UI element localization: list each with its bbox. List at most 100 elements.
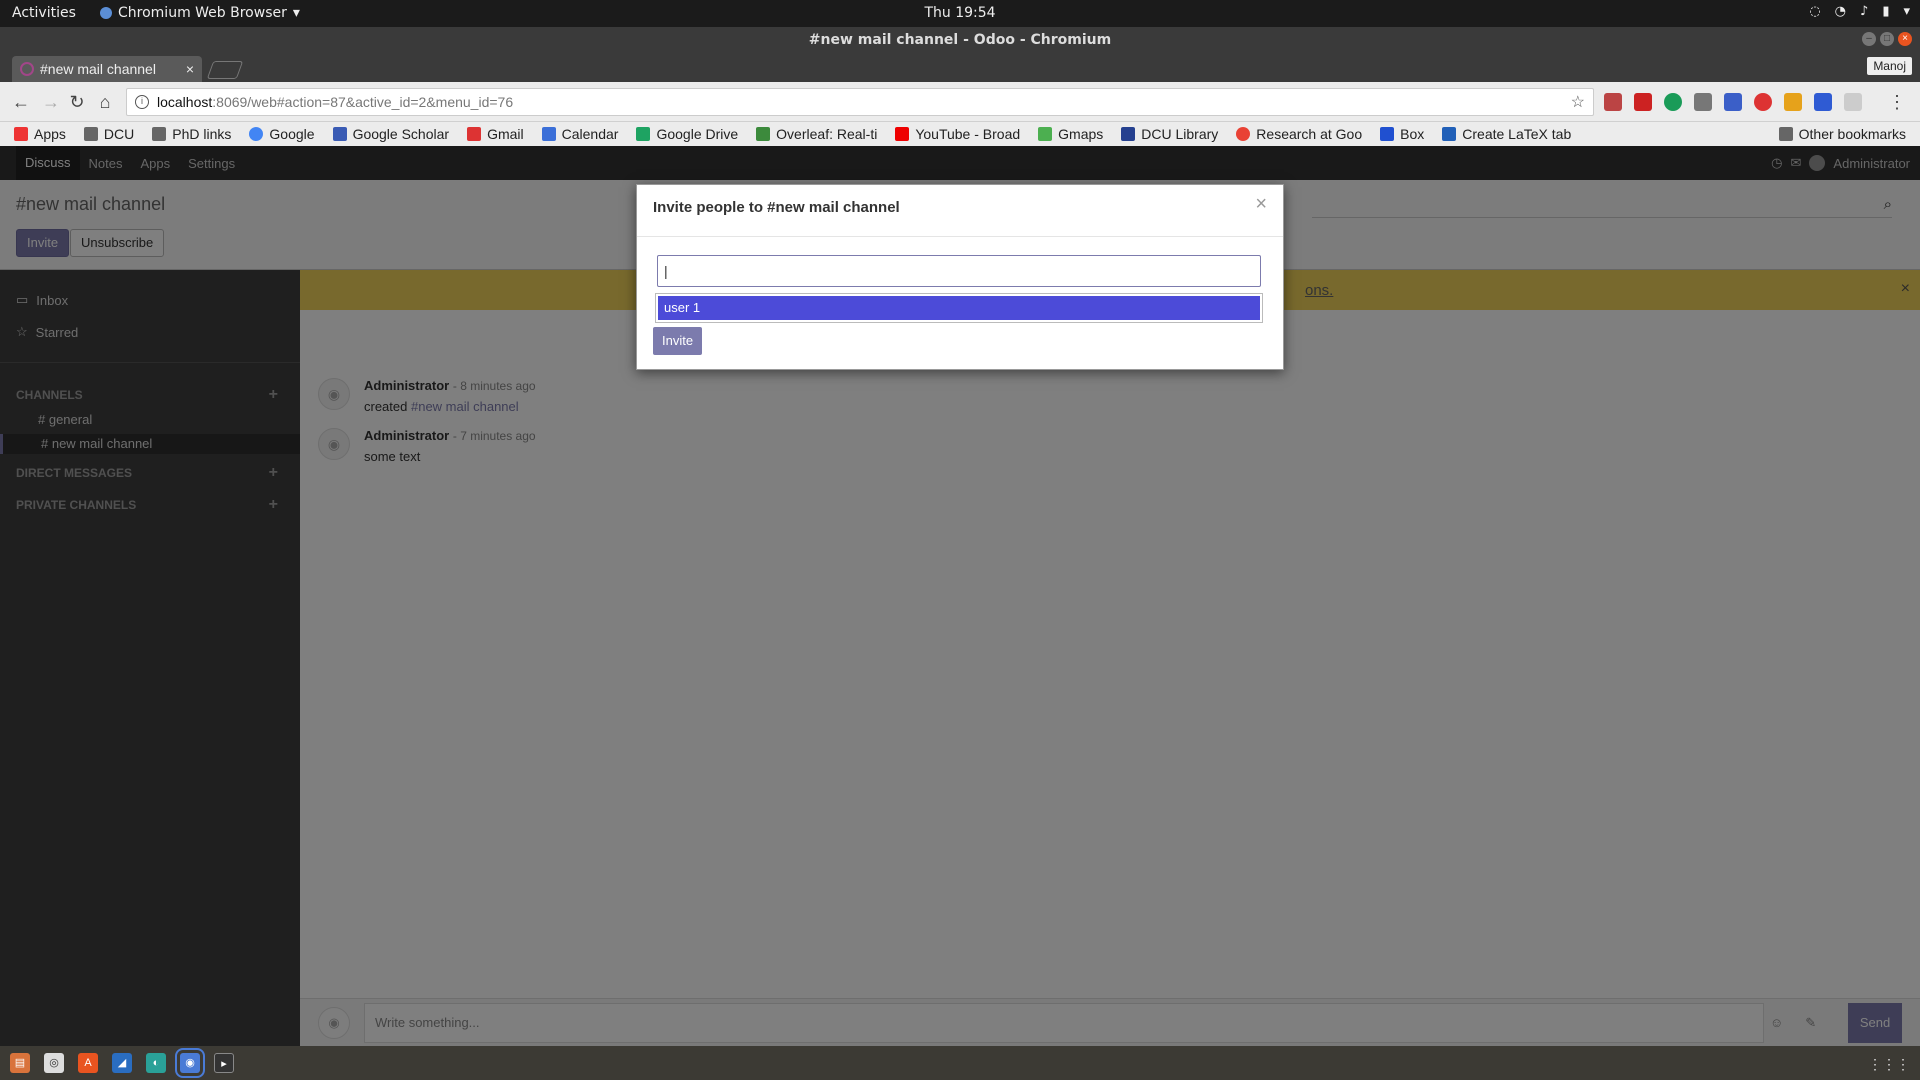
bookmark-label: Google Drive <box>656 126 739 142</box>
bookmark-apps[interactable]: Apps <box>14 126 66 142</box>
profile-button[interactable]: Manoj <box>1867 57 1912 75</box>
bookmark-link[interactable]: Research at Goo <box>1236 126 1362 142</box>
box-icon <box>1380 127 1395 141</box>
bookmark-label: Gmail <box>487 126 524 142</box>
gnome-top-bar: Activities Chromium Web Browser ▾ Thu 19… <box>0 0 1920 27</box>
spinner-icon: ◌ <box>1809 4 1821 19</box>
invite-submit-button[interactable]: Invite <box>653 327 703 355</box>
scholar-icon <box>332 127 347 141</box>
url-host: localhost <box>157 94 213 110</box>
menu-kebab-icon[interactable]: ⋮ <box>1886 91 1908 113</box>
drive-icon <box>636 127 651 141</box>
extension-icon[interactable] <box>1604 93 1622 111</box>
bookmark-label: Gmaps <box>1058 126 1104 142</box>
overleaf-icon <box>756 127 771 141</box>
close-icon[interactable]: × <box>1255 193 1267 216</box>
folder-icon <box>1778 127 1793 141</box>
bookmark-label: DCU Library <box>1141 126 1219 142</box>
bookmark-link[interactable]: Calendar <box>541 126 619 142</box>
bookmark-label: PhD links <box>172 126 232 142</box>
bookmark-link[interactable]: Create LaTeX tab <box>1442 126 1571 142</box>
files-icon[interactable]: ▤ <box>10 1053 30 1073</box>
bookmark-label: Overleaf: Real-ti <box>776 126 878 142</box>
invite-dialog: Invite people to #new mail channel × | u… <box>636 184 1284 370</box>
back-icon[interactable]: ← <box>10 91 32 113</box>
info-icon[interactable]: i <box>135 95 149 109</box>
browser-toolbar: ← → ↻ ⌂ i localhost:8069/web#action=87&a… <box>0 82 1920 122</box>
youtube-icon <box>895 127 910 141</box>
address-bar[interactable]: i localhost:8069/web#action=87&active_id… <box>126 88 1594 116</box>
terminal-icon[interactable]: ▸ <box>214 1053 234 1073</box>
bookmark-label: DCU <box>103 126 135 142</box>
clock[interactable]: Thu 19:54 <box>0 5 1920 21</box>
dialog-header: Invite people to #new mail channel × <box>637 185 1283 237</box>
bookmark-link[interactable]: YouTube - Broad <box>895 126 1020 142</box>
forward-icon[interactable]: → <box>40 91 62 113</box>
reload-icon[interactable]: ↻ <box>66 91 88 113</box>
bookmarks-bar: Apps DCU PhD links Google Google Scholar… <box>0 122 1920 146</box>
close-tab-icon[interactable]: × <box>186 61 194 77</box>
odoo-favicon-icon <box>20 62 34 76</box>
chromium-icon[interactable]: ◉ <box>175 1048 205 1078</box>
extension-icon[interactable] <box>1694 93 1712 111</box>
bookmark-link[interactable]: Gmail <box>467 126 524 142</box>
bookmark-folder[interactable]: PhD links <box>152 126 231 142</box>
app-grid-icon[interactable]: ⋮⋮⋮ <box>1868 1056 1910 1073</box>
autocomplete-option[interactable]: user 1 <box>658 296 1260 320</box>
apps-grid-icon <box>14 127 28 141</box>
translate-icon[interactable] <box>1724 93 1742 111</box>
google-icon <box>249 127 264 141</box>
autocomplete-dropdown: user 1 <box>655 293 1263 323</box>
extension-icon[interactable] <box>1814 93 1832 111</box>
bookmark-link[interactable]: DCU Library <box>1121 126 1218 142</box>
bookmark-link[interactable]: Google Scholar <box>332 126 450 142</box>
gmail-icon <box>467 127 482 141</box>
window-controls: – □ × <box>1862 32 1912 46</box>
software-icon[interactable]: A <box>78 1053 98 1073</box>
window-title: #new mail channel - Odoo - Chromium <box>808 32 1112 48</box>
bookmark-label: Box <box>1400 126 1425 142</box>
wifi-icon: ◔ <box>1834 4 1847 19</box>
bookmark-link[interactable]: Google <box>249 126 315 142</box>
minimize-icon[interactable]: – <box>1862 32 1876 46</box>
app-icon[interactable]: ◐ <box>146 1053 166 1073</box>
other-bookmarks[interactable]: Other bookmarks <box>1778 126 1906 142</box>
bookmark-label: Other bookmarks <box>1798 126 1906 142</box>
bookmark-label: Google <box>269 126 315 142</box>
bookmark-label: Google Scholar <box>352 126 450 142</box>
caret-down-icon: ▾ <box>1903 4 1910 19</box>
dialog-title: Invite people to #new mail channel <box>653 199 900 216</box>
bookmark-star-icon[interactable]: ☆ <box>1571 92 1585 112</box>
bookmark-link[interactable]: Google Drive <box>636 126 738 142</box>
url-path: :8069/web#action=87&active_id=2&menu_id=… <box>212 94 514 110</box>
tab-title: #new mail channel <box>40 61 156 77</box>
taskbar: ▤ ◎ A ◢ ◐ ◉ ▸ ⋮⋮⋮ <box>0 1046 1920 1080</box>
close-window-icon[interactable]: × <box>1898 32 1912 46</box>
adblock-icon[interactable] <box>1754 93 1772 111</box>
disk-icon[interactable]: ◎ <box>44 1053 64 1073</box>
table-icon <box>1442 127 1457 141</box>
maximize-icon[interactable]: □ <box>1880 32 1894 46</box>
bookmark-folder[interactable]: DCU <box>83 126 135 142</box>
new-tab-button[interactable] <box>206 61 244 79</box>
grammarly-icon[interactable] <box>1664 93 1682 111</box>
folder-icon <box>83 127 98 141</box>
extension-icon[interactable] <box>1634 93 1652 111</box>
bookmark-label: Research at Goo <box>1256 126 1363 142</box>
bookmark-label: Apps <box>34 126 66 142</box>
home-icon[interactable]: ⌂ <box>94 91 116 113</box>
partner-search-input[interactable]: | <box>657 255 1261 287</box>
bookmark-link[interactable]: Gmaps <box>1038 126 1103 142</box>
bookmark-link[interactable]: Overleaf: Real-ti <box>756 126 877 142</box>
bookmark-label: Create LaTeX tab <box>1462 126 1572 142</box>
extension-icon[interactable] <box>1844 93 1862 111</box>
bookmark-label: Calendar <box>561 126 619 142</box>
maps-icon <box>1038 127 1053 141</box>
vscode-icon[interactable]: ◢ <box>112 1053 132 1073</box>
bookmark-link[interactable]: Box <box>1380 126 1424 142</box>
browser-tab[interactable]: #new mail channel × <box>12 56 202 82</box>
dcu-icon <box>1121 127 1136 141</box>
volume-icon: ♪ <box>1860 4 1869 19</box>
system-tray[interactable]: ◌ ◔ ♪ ▮ ▾ <box>1809 4 1910 19</box>
extension-icon[interactable] <box>1784 93 1802 111</box>
